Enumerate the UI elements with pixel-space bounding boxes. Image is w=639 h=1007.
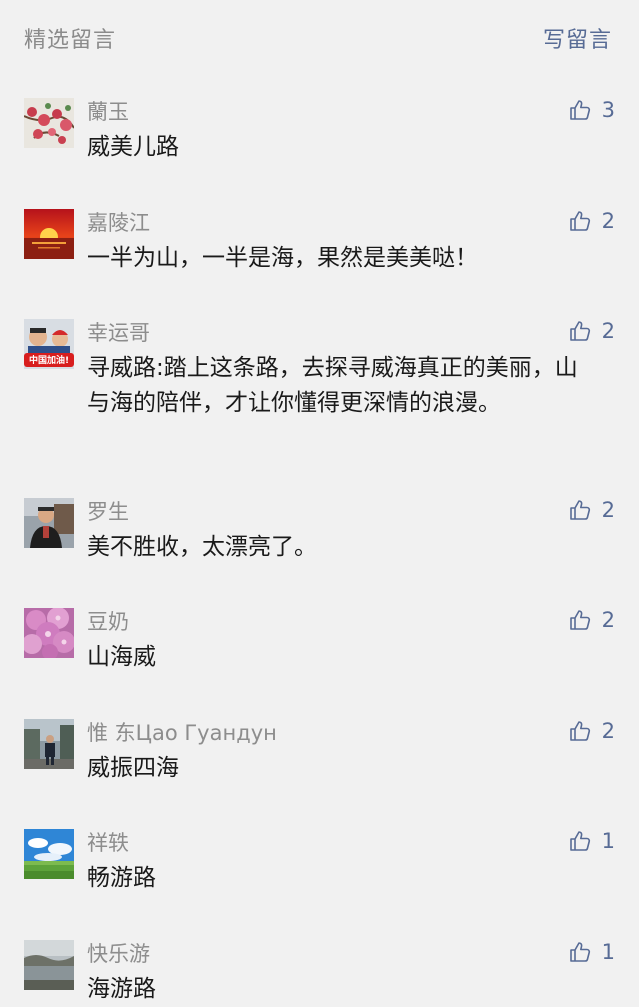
like-button[interactable]: 1: [568, 827, 615, 855]
featured-comments-title: 精选留言: [24, 28, 117, 53]
comment-content: 畅游路: [87, 865, 156, 891]
like-count: 1: [601, 940, 615, 964]
like-button[interactable]: 2: [568, 606, 615, 634]
thumbs-up-icon: [569, 100, 590, 120]
thumbs-up-icon: [569, 721, 590, 741]
thumbs-up-icon: [569, 211, 590, 231]
comment-nickname: 蘭玉: [87, 100, 129, 124]
comment-content: 海游路: [87, 976, 156, 1002]
thumbs-up-icon: [569, 500, 590, 520]
like-button[interactable]: 2: [568, 207, 615, 235]
standing-man-avatar[interactable]: [24, 719, 74, 769]
like-count: 2: [601, 319, 615, 343]
like-count: 2: [601, 719, 615, 743]
write-comment-button[interactable]: 写留言: [543, 22, 612, 54]
comment-nickname: 祥轶: [87, 831, 129, 855]
like-button[interactable]: 2: [568, 317, 615, 345]
portrait-avatar[interactable]: [24, 498, 74, 548]
thumbs-up-icon: [569, 942, 590, 962]
like-button[interactable]: 2: [568, 496, 615, 524]
comment-content: 威美儿路: [87, 134, 179, 160]
avatar-text: 中国加油!: [29, 354, 69, 366]
comments-header: 精选留言 写留言: [0, 0, 639, 72]
sunset-avatar[interactable]: [24, 209, 74, 259]
comment-content: 威振四海: [87, 755, 179, 781]
blue-sky-avatar[interactable]: [24, 829, 74, 879]
thumbs-up-icon: [569, 610, 590, 630]
comment-content: 美不胜收，太漂亮了。: [87, 534, 317, 560]
comment-nickname: 豆奶: [87, 610, 129, 634]
thumbs-up-icon: [569, 831, 590, 851]
comment-nickname: 罗生: [87, 500, 129, 524]
like-count: 2: [601, 498, 615, 522]
pink-flower-avatar[interactable]: [24, 608, 74, 658]
china-cheer-avatar[interactable]: 中国加油!: [24, 319, 74, 369]
comment-nickname: 惟 东Цао Гуандун: [87, 721, 277, 745]
like-button[interactable]: 1: [568, 938, 615, 966]
plum-blossom-avatar[interactable]: [24, 98, 74, 148]
comment-nickname: 快乐游: [87, 942, 150, 966]
like-count: 2: [601, 209, 615, 233]
comment-nickname: 嘉陵江: [87, 211, 150, 235]
comment-content: 山海威: [87, 644, 156, 670]
thumbs-up-icon: [569, 321, 590, 341]
like-count: 2: [601, 608, 615, 632]
comment-nickname: 幸运哥: [87, 321, 150, 345]
coast-avatar[interactable]: [24, 940, 74, 990]
like-button[interactable]: 2: [568, 717, 615, 745]
comment-content: 一半为山，一半是海，果然是美美哒！: [87, 245, 478, 271]
comment-content: 寻威路:踏上这条路，去探寻威海真正的美丽，山与海的陪伴，才让你懂得更深情的浪漫。: [87, 355, 578, 416]
like-count: 1: [601, 829, 615, 853]
like-count: 3: [601, 98, 615, 122]
like-button[interactable]: 3: [568, 96, 615, 124]
